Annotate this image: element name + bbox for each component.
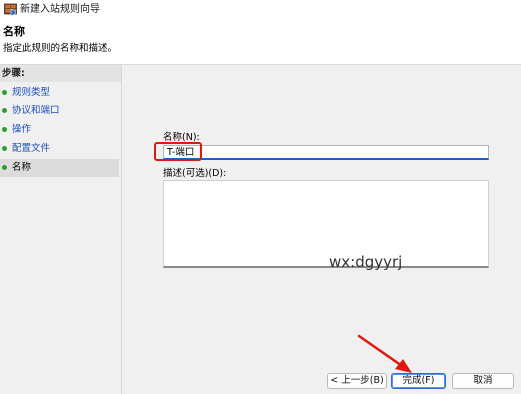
steps-sidebar: 步骤: 规则类型 协议和端口 操作 配置文件 名称	[0, 65, 122, 394]
sidebar-item-profile[interactable]: 配置文件	[0, 140, 119, 158]
sidebar-item-label: 名称	[12, 162, 32, 173]
description-label: 描述(可选)(D):	[163, 168, 227, 179]
watermark-text: wx:dgyyrj	[329, 253, 403, 271]
sidebar-item-label: 配置文件	[12, 143, 51, 154]
steps-heading: 步骤:	[0, 65, 121, 82]
step-complete-dot-icon	[2, 127, 7, 132]
red-arrow-annotation-icon	[357, 334, 412, 373]
sidebar-item-label: 协议和端口	[12, 105, 60, 116]
sidebar-item-action[interactable]: 操作	[0, 121, 119, 139]
finish-button[interactable]: 完成(F)	[391, 373, 446, 389]
sidebar-item-name[interactable]: 名称	[0, 159, 119, 177]
rule-name-input[interactable]: T-端口	[163, 145, 489, 160]
step-complete-dot-icon	[2, 90, 7, 95]
sidebar-item-label: 操作	[12, 124, 32, 135]
cancel-button[interactable]: 取消	[452, 373, 514, 389]
window-title: 新建入站规则向导	[20, 4, 100, 15]
sidebar-item-rule-type[interactable]: 规则类型	[0, 84, 119, 102]
page-title: 名称	[3, 25, 25, 38]
description-textarea[interactable]	[163, 180, 489, 268]
sidebar-item-protocol-ports[interactable]: 协议和端口	[0, 102, 119, 120]
name-highlight-annotation	[154, 142, 202, 161]
step-complete-dot-icon	[2, 108, 7, 113]
page-header: 名称 指定此规则的名称和描述。	[0, 20, 521, 65]
firewall-shield-icon	[4, 3, 17, 16]
sidebar-item-label: 规则类型	[12, 87, 51, 98]
title-bar: 新建入站规则向导	[0, 0, 521, 20]
page-description: 指定此规则的名称和描述。	[3, 43, 118, 54]
back-button[interactable]: < 上一步(B)	[327, 373, 387, 389]
step-current-dot-icon	[2, 165, 7, 170]
step-complete-dot-icon	[2, 146, 7, 151]
